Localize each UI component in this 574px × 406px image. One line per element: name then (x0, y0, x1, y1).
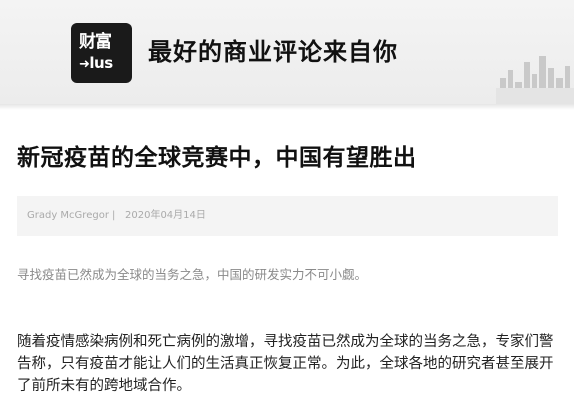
article-author[interactable]: Grady McGregor (27, 209, 109, 223)
article-summary: 寻找疫苗已然成为全球的当务之急，中国的研发实力不可小觑。 (17, 267, 368, 282)
body-line: 告称，只有疫苗才能让人们的生活真正恢复正常。为此，全球各地的研究者甚至展开 (17, 356, 554, 372)
logo-text-plus: lus (89, 54, 113, 72)
article-meta-bar: Grady McGregor | 2020年04月14日 (17, 196, 558, 236)
logo-text-top: 财富 (79, 32, 112, 52)
meta-separator: | (112, 210, 116, 221)
site-header: 财富 ➜lus 最好的商业评论来自你 (0, 0, 574, 104)
body-line: 了前所未有的跨地域合作。 (17, 378, 191, 394)
site-slogan: 最好的商业评论来自你 (148, 38, 398, 66)
body-line: 随着疫情感染病例和死亡病例的激增，寻找疫苗已然成为全球的当务之急，专家们警 (17, 334, 554, 350)
logo-text-bottom: ➜lus (79, 54, 113, 74)
fortune-plus-logo[interactable]: 财富 ➜lus (71, 23, 132, 83)
article-title: 新冠疫苗的全球竞赛中，中国有望胜出 (17, 145, 417, 171)
arrow-icon: ➜ (79, 57, 90, 72)
article-date: 2020年04月14日 (125, 210, 206, 221)
city-skyline-illustration (496, 56, 574, 104)
header-divider (0, 104, 574, 110)
article-body: 随着疫情感染病例和死亡病例的激增，寻找疫苗已然成为全球的当务之急，专家们警 告称… (17, 331, 562, 397)
